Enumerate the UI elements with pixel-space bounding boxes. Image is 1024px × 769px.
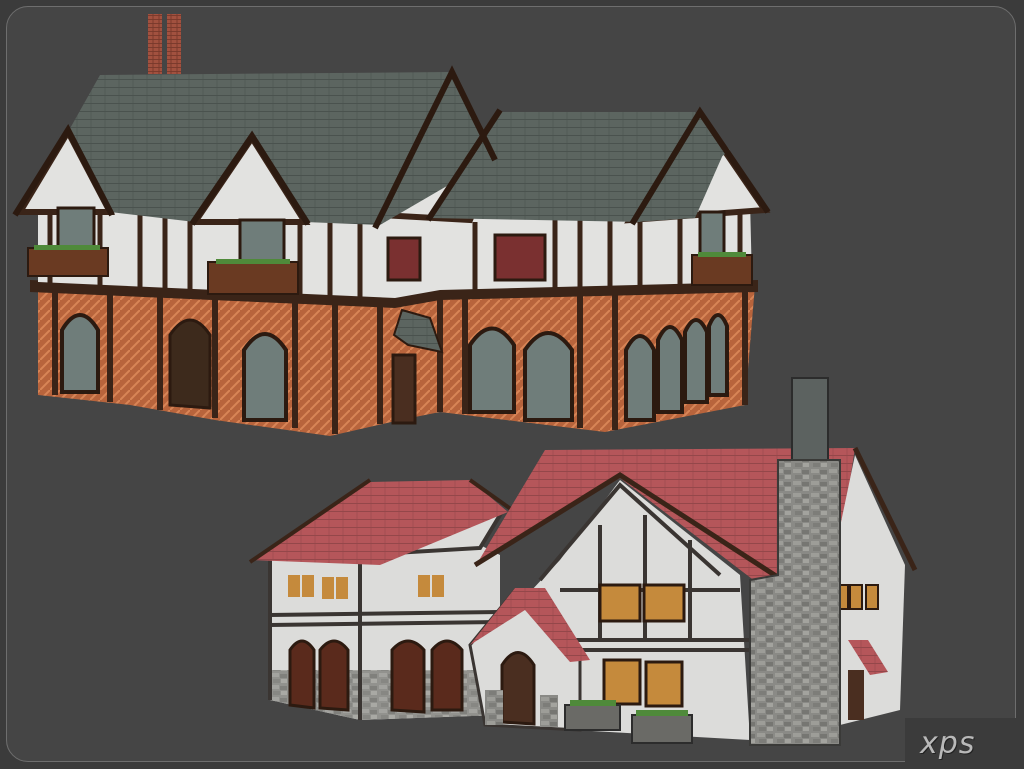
scene <box>12 14 918 746</box>
bottom-building <box>248 377 918 746</box>
main-door <box>168 318 212 410</box>
porch-door <box>500 651 536 726</box>
top-building <box>12 14 771 436</box>
xps-logo: xps <box>920 726 976 761</box>
side-door <box>391 353 417 425</box>
chimney-right <box>167 14 181 74</box>
chimney-left <box>148 14 162 74</box>
viewport: xps <box>0 0 1024 769</box>
chimney-top <box>791 377 829 461</box>
